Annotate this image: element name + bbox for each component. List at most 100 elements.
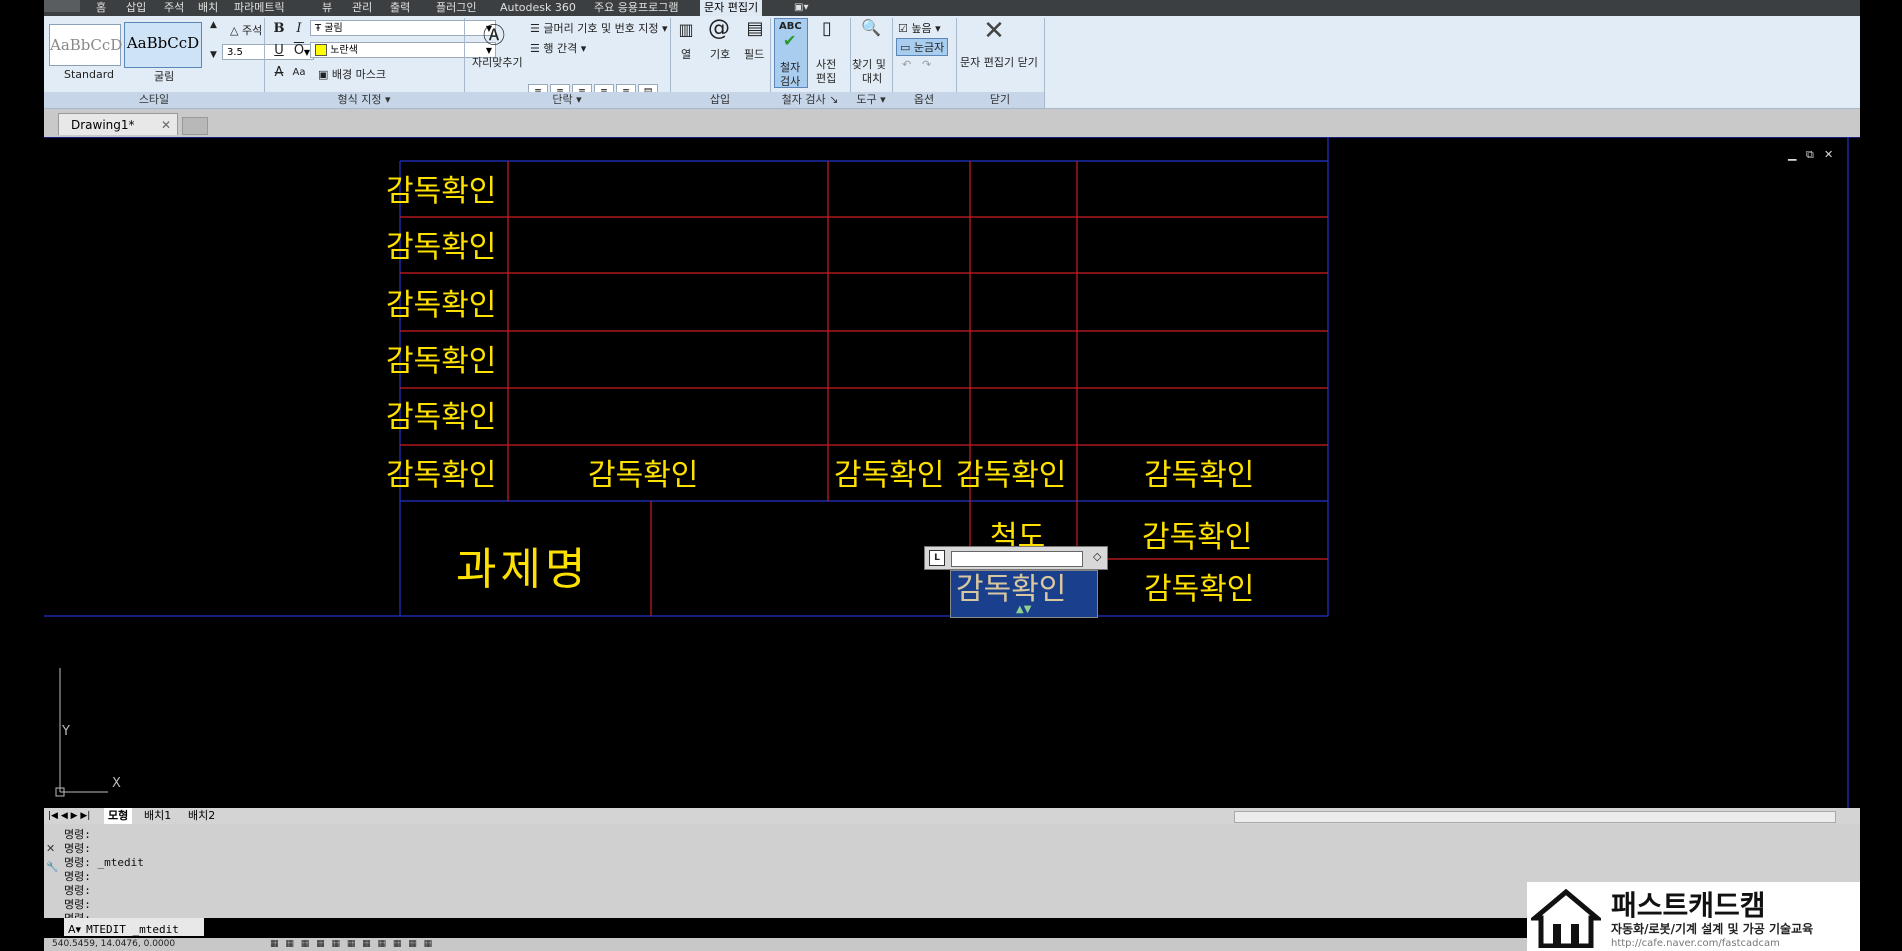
- ruler-toggle[interactable]: ▭ 눈금자: [896, 38, 949, 56]
- drafting-toggles[interactable]: ▦ ▦ ▦ ▦ ▦ ▦ ▦ ▦ ▦ ▦ ▦: [270, 938, 434, 951]
- paragraph-panel-title: 단락 ▾: [464, 92, 671, 108]
- field-icon[interactable]: ▤: [740, 18, 770, 39]
- format-panel-title: 형식 지정 ▾: [264, 92, 465, 108]
- tab-layout2[interactable]: 배치2: [188, 808, 215, 824]
- scroll-down-icon[interactable]: ▼: [210, 50, 217, 60]
- table-cell-text: 감독확인: [1144, 572, 1255, 607]
- redo-icon[interactable]: ↷: [922, 58, 931, 71]
- table-cell-text: 감독확인: [588, 458, 699, 493]
- viewport-close-icon[interactable]: ✕: [1824, 148, 1833, 161]
- table-cell-text: 감독확인: [834, 458, 945, 493]
- close-editor-label[interactable]: 문자 편집기 닫기: [960, 54, 1038, 70]
- ribbon-tab-bar: 홈 삽입 주석 배치 파라메트릭 뷰 관리 출력 플러그인 Autodesk 3…: [44, 0, 1860, 16]
- camera-icon[interactable]: ▣▾: [790, 0, 812, 16]
- editing-text[interactable]: 감독확인: [956, 564, 1066, 608]
- annotative-icon: △: [230, 24, 242, 37]
- checkmark-icon: ✔: [783, 31, 797, 50]
- columns-label: 열: [681, 48, 692, 61]
- command-history-line: 명령: _mtedit: [64, 856, 144, 869]
- tab-text-editor[interactable]: 문자 편집기: [700, 0, 763, 16]
- more-options-button[interactable]: ☑ 높음 ▾: [898, 20, 941, 36]
- viewport-restore-icon[interactable]: ⧉: [1806, 148, 1814, 162]
- ribbon-panel: AaBbCcD AaBbCcD Standard 굴림 ▲ ▼ △ 주석 3.5…: [44, 16, 1860, 109]
- style-gulim-preview[interactable]: AaBbCcD: [124, 22, 202, 68]
- command-history: 명령: 명령: 명령: _mtedit 명령: 명령: 명령: 명령:: [64, 828, 864, 926]
- tab-view[interactable]: 뷰: [318, 0, 336, 16]
- case-button[interactable]: Aa: [290, 64, 308, 82]
- coordinate-readout: 540.5459, 14.0476, 0.0000: [52, 939, 176, 949]
- underline-button[interactable]: U: [270, 42, 288, 60]
- bullets-button[interactable]: ☰ 글머리 기호 및 번호 지정 ▾: [530, 20, 668, 36]
- close-icon[interactable]: ✕: [161, 114, 171, 136]
- ucs-y-label: Y: [62, 724, 70, 739]
- divider: [1044, 18, 1045, 108]
- color-combo[interactable]: 노란색 ▼: [310, 42, 496, 58]
- style-standard-preview[interactable]: AaBbCcD: [49, 24, 122, 66]
- tab-manage[interactable]: 관리: [348, 0, 376, 16]
- tab-featured-apps[interactable]: 주요 응용프로그램: [590, 0, 682, 16]
- table-cell-text: 감독확인: [386, 344, 497, 379]
- strikethrough-button[interactable]: A: [270, 64, 288, 82]
- viewport-minimize-icon[interactable]: ▁: [1788, 148, 1796, 161]
- command-prompt-icon: A▾: [68, 923, 82, 936]
- color-swatch: [315, 44, 327, 56]
- tab-layout[interactable]: 배치: [194, 0, 222, 16]
- overline-button[interactable]: O: [290, 42, 308, 60]
- tab-model[interactable]: 모형: [104, 808, 133, 824]
- justify-label: 자리맞추기: [472, 56, 523, 69]
- bold-button[interactable]: B: [270, 20, 288, 38]
- wrench-icon[interactable]: 🔧: [46, 862, 58, 873]
- command-history-line: 명령:: [64, 828, 91, 841]
- line-spacing-button[interactable]: ☰ 행 간격 ▾: [530, 40, 586, 56]
- background-mask-button[interactable]: ▣ 배경 마스크: [318, 66, 386, 82]
- symbol-icon[interactable]: @: [704, 16, 734, 41]
- table-cell-text: 감독확인: [386, 174, 497, 209]
- tab-output[interactable]: 출력: [386, 0, 414, 16]
- ruler-scale[interactable]: [951, 551, 1083, 567]
- annotative-toggle[interactable]: △ 주석: [230, 22, 262, 38]
- mask-icon: ▣: [318, 68, 332, 81]
- table-cell-text: 감독확인: [1142, 520, 1253, 555]
- close-editor-icon[interactable]: ✕: [974, 16, 1014, 46]
- height-resize-icon[interactable]: ▲▼: [1016, 604, 1031, 615]
- tab-plugins[interactable]: 플러그인: [432, 0, 480, 16]
- insert-panel-title: 삽입: [670, 92, 771, 108]
- italic-button[interactable]: I: [290, 20, 308, 38]
- horizontal-scrollbar[interactable]: [1234, 811, 1836, 823]
- table-cell-text: 감독확인: [1144, 458, 1255, 493]
- undo-icon[interactable]: ↶: [902, 58, 911, 71]
- ucs-x-label: X: [112, 776, 121, 791]
- list-icon: ☰: [530, 22, 544, 35]
- title-block-table: [44, 137, 1860, 808]
- scroll-up-icon[interactable]: ▲: [210, 20, 217, 30]
- ruler-resize-icon[interactable]: ◇: [1093, 550, 1101, 563]
- spell-check-label-2: 검사: [780, 75, 801, 88]
- spell-check-button[interactable]: ABC ✔ 철자 검사: [774, 18, 808, 88]
- command-input-field[interactable]: A▾ MTEDIT _mtedit: [64, 918, 204, 936]
- tab-parametric[interactable]: 파라메트릭: [230, 0, 289, 16]
- tab-layout1[interactable]: 배치1: [144, 808, 171, 824]
- logo-title: 패스트캐드캠: [1611, 889, 1766, 922]
- tab-insert[interactable]: 삽입: [122, 0, 150, 16]
- font-icon: Ŧ: [315, 23, 325, 34]
- close-icon[interactable]: ✕: [46, 842, 55, 855]
- tab-type-icon[interactable]: L: [929, 550, 945, 566]
- options-panel-title: 옵션: [892, 92, 957, 108]
- justify-icon[interactable]: Ⓐ: [476, 18, 512, 50]
- columns-icon[interactable]: ▥: [674, 20, 698, 39]
- tab-annotate[interactable]: 주석: [160, 0, 188, 16]
- layout-tab-bar: |◀ ◀ ▶ ▶| 모형 배치1 배치2: [44, 808, 1860, 824]
- tab-home[interactable]: 홈: [92, 0, 110, 16]
- tab-autodesk360[interactable]: Autodesk 360: [496, 0, 580, 16]
- font-combo[interactable]: Ŧ 굴림 ▼: [310, 20, 496, 36]
- document-tab-drawing1[interactable]: Drawing1* ✕: [58, 113, 178, 135]
- new-document-tab-button[interactable]: [182, 117, 208, 135]
- layout-nav-icon[interactable]: |◀ ◀ ▶ ▶|: [48, 808, 90, 824]
- table-cell-text: 감독확인: [386, 400, 497, 435]
- command-history-line: 명령:: [64, 898, 91, 911]
- close-panel-title: 닫기: [956, 92, 1045, 108]
- application-menu-button[interactable]: [44, 0, 80, 12]
- text-ruler[interactable]: L ◇: [924, 546, 1108, 570]
- find-replace-icon[interactable]: 🔍: [854, 18, 888, 37]
- dictionary-icon[interactable]: ▯: [812, 18, 842, 39]
